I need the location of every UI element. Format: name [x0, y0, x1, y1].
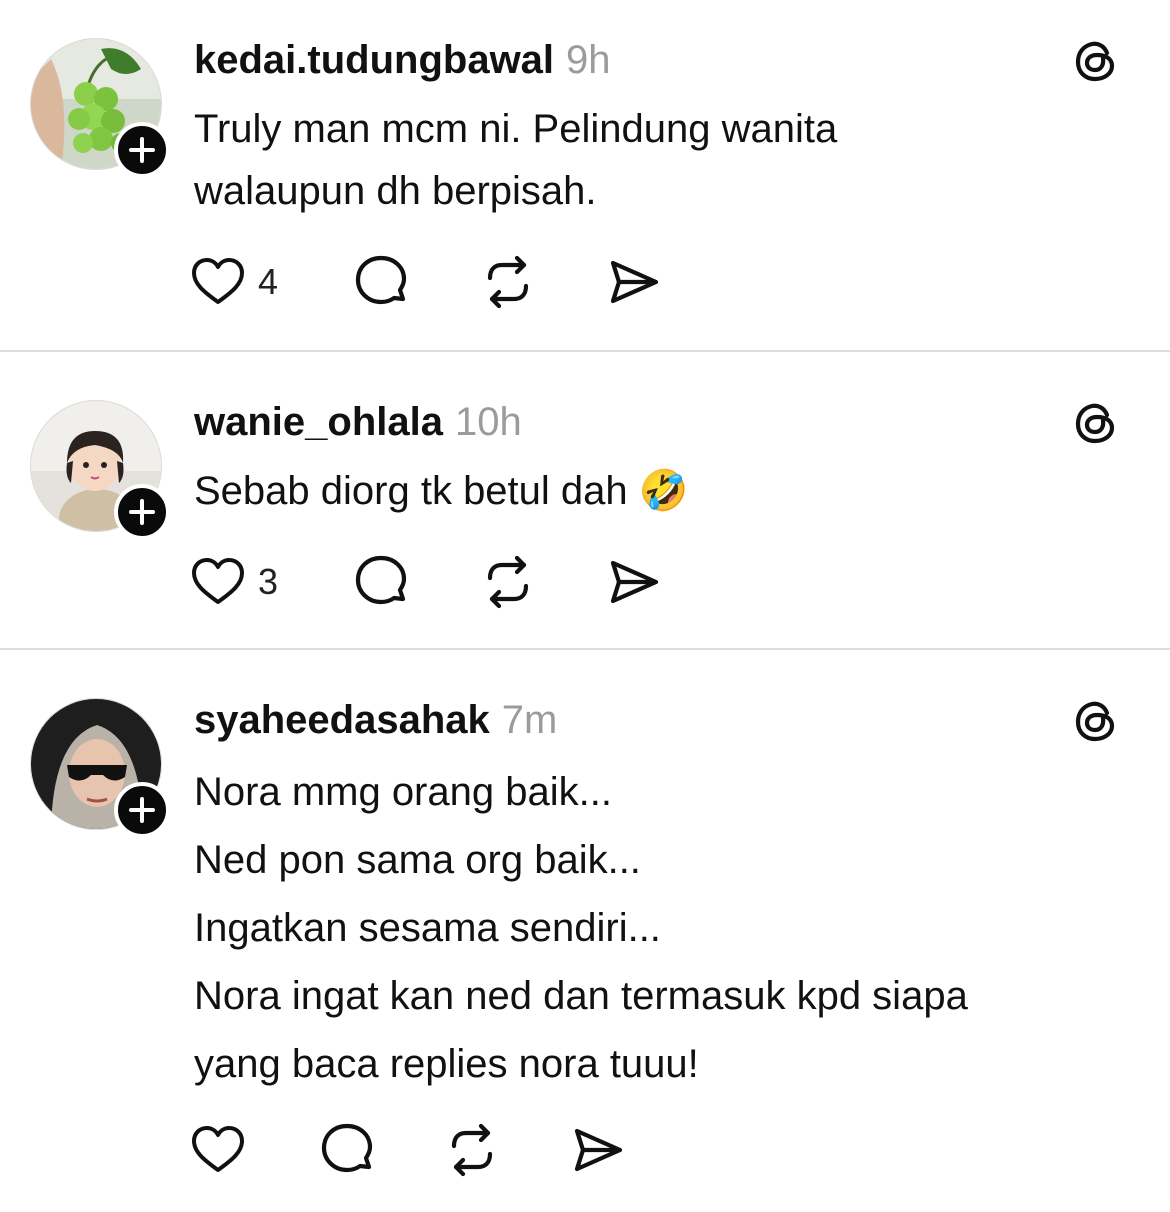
- plus-icon: [129, 797, 155, 823]
- comment-bubble-icon: [321, 1123, 373, 1173]
- repost-icon: [487, 255, 529, 309]
- post-text-line: Sebab diorg tk betul dah 🤣: [194, 469, 689, 513]
- reply-button[interactable]: [352, 252, 410, 312]
- follow-button[interactable]: [114, 782, 170, 838]
- heart-icon: [192, 258, 244, 304]
- username[interactable]: syaheedasahak: [194, 698, 490, 742]
- post-body: Truly man mcm ni. Pelindung wanita walau…: [194, 98, 1134, 222]
- post-timestamp: 7m: [501, 698, 558, 742]
- avatar-syaheedasahak[interactable]: [30, 698, 170, 838]
- avatar-kedai-tudungbawal[interactable]: [30, 38, 170, 178]
- follow-button[interactable]: [114, 484, 170, 540]
- reply-button[interactable]: [318, 1120, 376, 1180]
- follow-button[interactable]: [114, 122, 170, 178]
- comment-bubble-icon: [355, 555, 407, 605]
- post-text-line: yang baca replies nora tuuu!: [194, 1042, 699, 1086]
- send-icon: [610, 260, 659, 304]
- repost-button[interactable]: [480, 252, 536, 312]
- post-text-line: walaupun dh berpisah.: [194, 169, 597, 213]
- repost-button[interactable]: [480, 552, 536, 612]
- post-header: kedai.tudungbawal 9h: [194, 36, 611, 84]
- post-item: wanie_ohlala 10h Sebab diorg tk betul dah…: [0, 352, 1170, 648]
- send-icon: [610, 560, 659, 604]
- post-header: wanie_ohlala 10h: [194, 398, 522, 446]
- post-item: syaheedasahak 7m Nora mmg orang baik... N…: [0, 650, 1170, 1212]
- repost-button[interactable]: [444, 1120, 500, 1180]
- plus-icon: [129, 137, 155, 163]
- like-button[interactable]: 3: [190, 552, 278, 612]
- post-text-line: Ned pon sama org baik...: [194, 838, 641, 882]
- avatar-wanie-ohlala[interactable]: [30, 400, 170, 540]
- heart-icon: [192, 1126, 244, 1172]
- username[interactable]: kedai.tudungbawal: [194, 38, 554, 82]
- comment-bubble-icon: [355, 255, 407, 305]
- plus-icon: [129, 499, 155, 525]
- post-timestamp: 10h: [454, 400, 522, 444]
- share-button[interactable]: [606, 552, 662, 612]
- share-button[interactable]: [606, 252, 662, 312]
- repost-icon: [487, 555, 529, 609]
- post-item: kedai.tudungbawal 9h Truly man mcm ni. Pe…: [0, 0, 1170, 350]
- post-text-line: Nora ingat kan ned dan termasuk kpd siap…: [194, 974, 968, 1018]
- share-button[interactable]: [570, 1120, 626, 1180]
- send-icon: [574, 1128, 623, 1172]
- repost-icon: [451, 1123, 493, 1177]
- like-button[interactable]: [190, 1120, 246, 1180]
- post-text-line: Ingatkan sesama sendiri...: [194, 906, 661, 950]
- post-header: syaheedasahak 7m: [194, 696, 557, 744]
- post-text-line: Truly man mcm ni. Pelindung wanita: [194, 107, 838, 151]
- post-text-line: Nora mmg orang baik...: [194, 770, 612, 814]
- like-count: 3: [258, 561, 279, 602]
- like-button[interactable]: 4: [190, 252, 278, 312]
- threads-logo-icon[interactable]: [1072, 36, 1122, 86]
- threads-logo-icon[interactable]: [1072, 398, 1122, 448]
- like-count: 4: [258, 261, 279, 302]
- threads-logo-icon[interactable]: [1072, 696, 1122, 746]
- post-body: Nora mmg orang baik... Ned pon sama org …: [194, 758, 1134, 1098]
- post-timestamp: 9h: [566, 38, 611, 82]
- username[interactable]: wanie_ohlala: [194, 400, 443, 444]
- heart-icon: [192, 558, 244, 604]
- post-body: Sebab diorg tk betul dah 🤣: [194, 460, 1134, 522]
- reply-button[interactable]: [352, 552, 410, 612]
